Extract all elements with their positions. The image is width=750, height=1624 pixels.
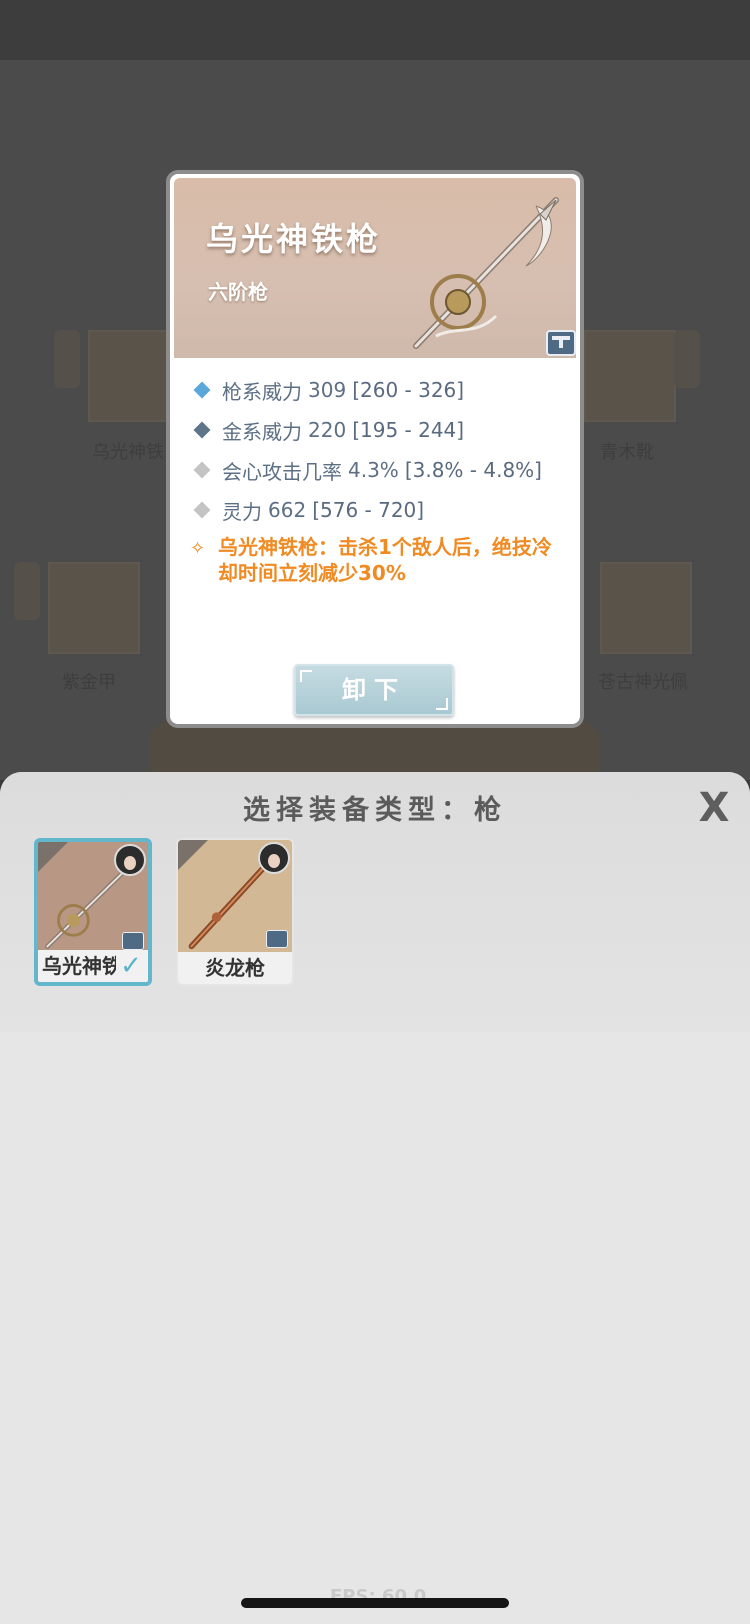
equipment-select-sheet: 选择装备类型：枪 X 乌光神铁 ✓ 炎龙枪 [0, 772, 750, 1624]
top-bar-bg [0, 0, 750, 60]
equipment-card-selected[interactable]: 乌光神铁 ✓ [34, 838, 152, 986]
lock-icon [546, 330, 576, 356]
close-button[interactable]: X [692, 786, 736, 830]
item-detail-popup: 乌光神铁枪 六阶枪 枪系威力 309 [260 - 326] 金系威力 220 … [166, 170, 584, 728]
lock-icon [122, 932, 144, 950]
lock-icon [266, 930, 288, 948]
equip-slot-boots [584, 330, 676, 422]
slot-tag [674, 330, 700, 388]
special-effect-icon: ✧ [190, 538, 206, 559]
equipment-card[interactable]: 炎龙枪 [176, 838, 294, 986]
stat-row: 会心攻击几率 4.3% [3.8% - 4.8%] [190, 450, 570, 490]
stat-range: [260 - 326] [352, 378, 465, 402]
diamond-icon [193, 501, 211, 519]
item-header: 乌光神铁枪 六阶枪 [174, 178, 576, 358]
checkmark-icon: ✓ [116, 950, 146, 982]
stat-row: 金系威力 220 [195 - 244] [190, 410, 570, 450]
equip-slot-armor [48, 562, 140, 654]
stat-row: 灵力 662 [576 - 720] [190, 490, 570, 530]
stat-name: 金系威力 [222, 419, 302, 444]
slot-tag [14, 562, 40, 620]
stat-row: 枪系威力 309 [260 - 326] [190, 370, 570, 410]
stat-value: 662 [268, 498, 307, 522]
home-indicator[interactable] [241, 1598, 509, 1608]
stat-value: 220 [308, 418, 347, 442]
equip-slot-label: 苍古神光佩 [598, 672, 688, 693]
avatar [258, 842, 290, 874]
equip-slot-pendant [600, 562, 692, 654]
special-effect-text: 乌光神铁枪：击杀1个敌人后，绝技冷却时间立刻减少30% [218, 535, 552, 585]
stat-name: 会心攻击几率 [222, 459, 342, 484]
avatar [114, 844, 146, 876]
spear-icon [413, 197, 559, 349]
corner-ornament [300, 670, 312, 682]
sheet-title: 选择装备类型：枪 [243, 795, 507, 826]
diamond-icon [193, 381, 211, 399]
item-title: 乌光神铁枪 [206, 220, 382, 258]
stat-range: [195 - 244] [352, 418, 465, 442]
equip-slot-label: 青木靴 [600, 442, 654, 463]
diamond-icon [193, 421, 211, 439]
stat-name: 枪系威力 [222, 379, 302, 404]
special-effect: ✧ 乌光神铁枪：击杀1个敌人后，绝技冷却时间立刻减少30% [190, 534, 570, 586]
stats-list: 枪系威力 309 [260 - 326] 金系威力 220 [195 - 244… [190, 370, 570, 530]
equip-slot-label: 乌光神铁 [92, 442, 164, 463]
card-label: 炎龙枪 [178, 952, 292, 984]
stat-range: [3.8% - 4.8%] [404, 458, 542, 482]
stat-name: 灵力 [222, 499, 262, 524]
unequip-label: 卸下 [342, 676, 406, 704]
diamond-icon [193, 461, 211, 479]
corner-ornament [436, 698, 448, 710]
stat-value: 309 [308, 378, 347, 402]
unequip-button[interactable]: 卸下 [294, 664, 454, 716]
equip-slot-label: 紫金甲 [62, 672, 116, 693]
item-subtitle: 六阶枪 [208, 280, 268, 304]
slot-tag [54, 330, 80, 388]
stat-value: 4.3% [348, 458, 399, 482]
stat-range: [576 - 720] [312, 498, 425, 522]
